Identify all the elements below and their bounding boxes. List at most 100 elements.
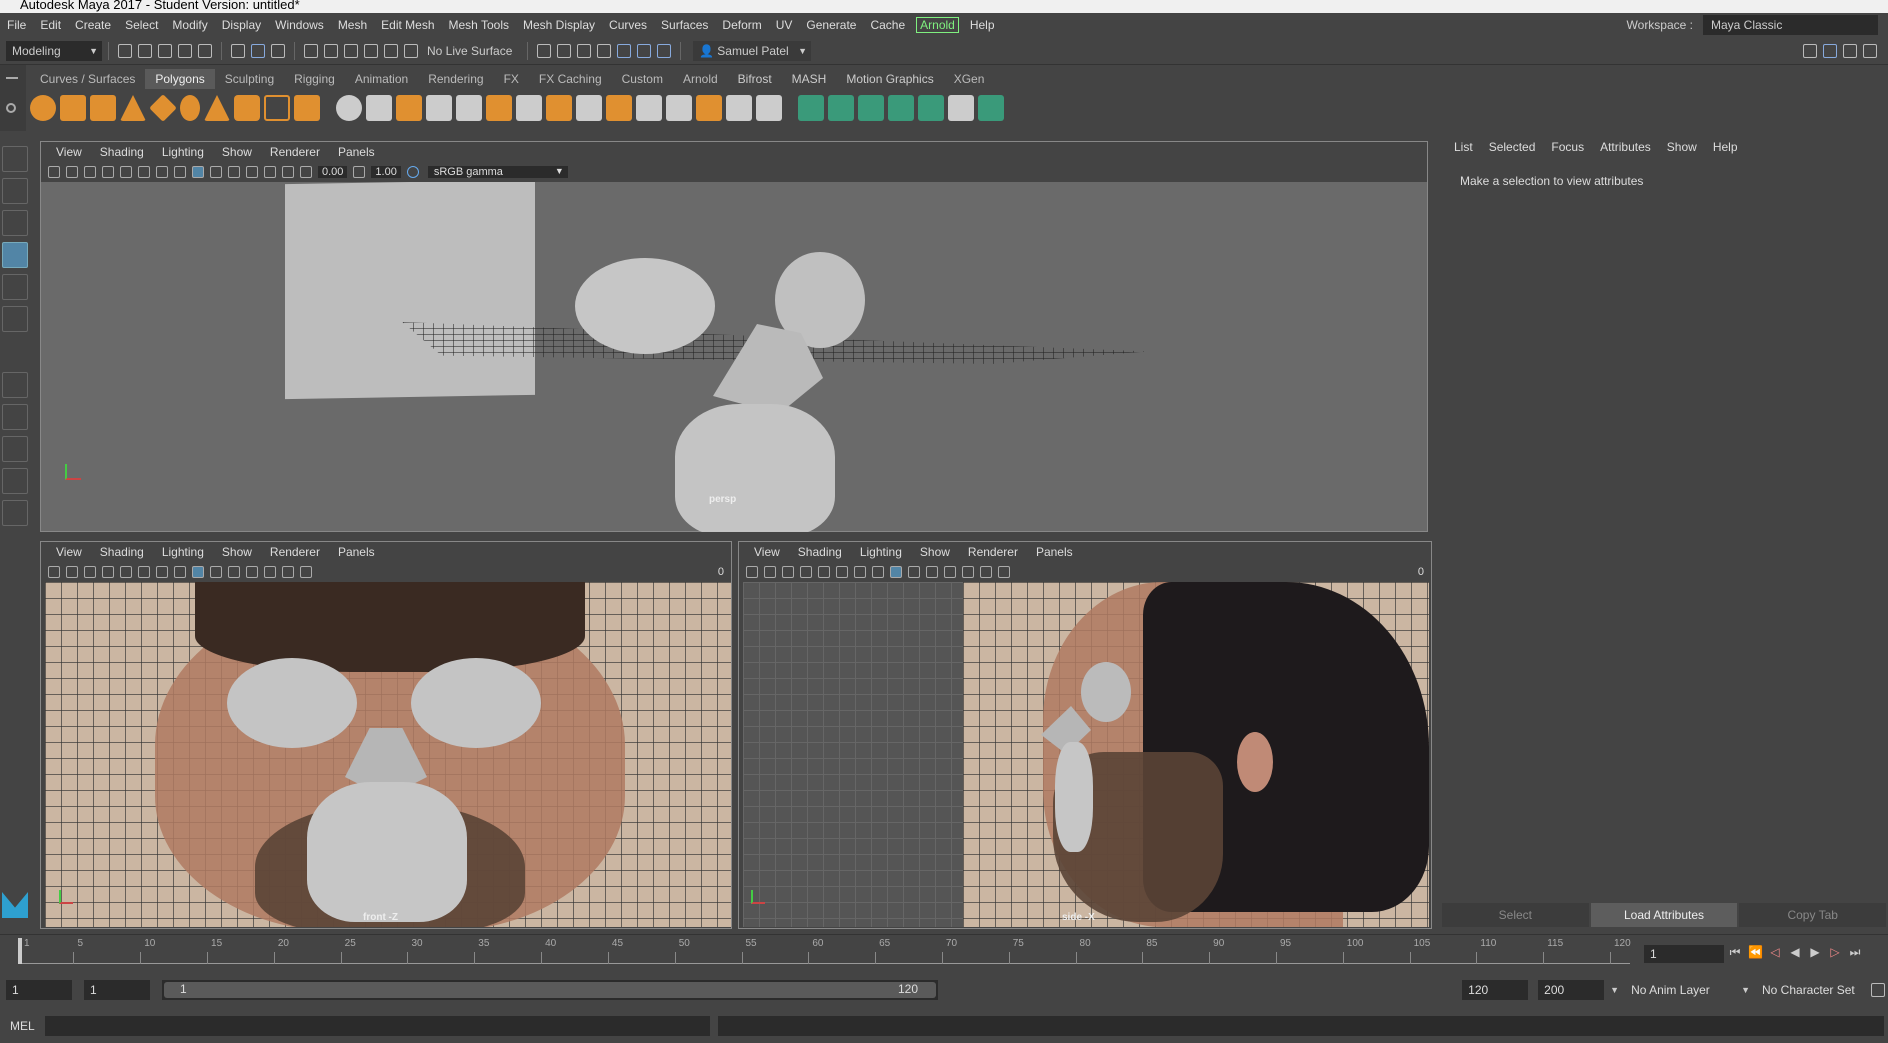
tab-bifrost[interactable]: Bifrost — [728, 72, 782, 86]
current-frame-field[interactable]: 1 — [1644, 945, 1724, 963]
extrude-icon[interactable] — [456, 95, 482, 121]
save-scene-icon[interactable] — [158, 43, 172, 58]
exposure-field[interactable]: 0.00 — [318, 165, 348, 178]
step-back-frame-icon[interactable]: ◁ — [1768, 945, 1782, 959]
uv-layout-icon[interactable] — [978, 95, 1004, 121]
menu-select[interactable]: Select — [118, 18, 165, 32]
new-scene-icon[interactable] — [118, 43, 132, 58]
vp-menu-show[interactable]: Show — [213, 545, 261, 559]
vp-menu-renderer[interactable]: Renderer — [261, 545, 329, 559]
grid-icon[interactable] — [120, 165, 132, 178]
gamma-icon[interactable] — [353, 165, 366, 178]
poly-svg-icon[interactable] — [294, 95, 320, 121]
paint-select-tool-icon[interactable] — [2, 210, 28, 236]
render-frame-icon[interactable] — [557, 43, 571, 58]
separate-icon[interactable] — [366, 95, 392, 121]
append-icon[interactable] — [576, 95, 602, 121]
film-gate-icon[interactable] — [836, 565, 848, 578]
play-backward-icon[interactable]: ◀ — [1788, 945, 1802, 959]
isolate-icon[interactable] — [264, 565, 276, 578]
range-slider[interactable]: 1 120 — [162, 980, 938, 1000]
menu-cache[interactable]: Cache — [863, 18, 912, 32]
target-weld-icon[interactable] — [726, 95, 752, 121]
tab-rigging[interactable]: Rigging — [284, 72, 345, 86]
exposure-field[interactable]: 0 — [1414, 566, 1428, 578]
command-language-label[interactable]: MEL — [10, 1019, 35, 1033]
layout-two-icon[interactable] — [2, 468, 28, 494]
offset-edge-loop-icon[interactable] — [666, 95, 692, 121]
vp-menu-panels[interactable]: Panels — [1027, 545, 1082, 559]
film-gate-icon[interactable] — [138, 165, 150, 178]
poly-cylinder-icon[interactable] — [90, 95, 116, 121]
bridge-icon[interactable] — [486, 95, 512, 121]
scale-tool-icon[interactable] — [2, 306, 28, 332]
exposure-icon[interactable] — [998, 565, 1010, 578]
undo-icon[interactable] — [178, 43, 192, 58]
smooth-shade-icon[interactable] — [192, 165, 204, 178]
select-hierarchy-icon[interactable] — [231, 43, 245, 58]
hypershade-icon[interactable] — [617, 43, 631, 58]
tab-fx[interactable]: FX — [494, 72, 529, 86]
tab-arnold[interactable]: Arnold — [673, 72, 728, 86]
camera-lock-icon[interactable] — [66, 165, 78, 178]
vp-menu-view[interactable]: View — [745, 545, 789, 559]
vp-menu-shading[interactable]: Shading — [91, 545, 153, 559]
tab-fx-caching[interactable]: FX Caching — [529, 72, 612, 86]
layout-four-icon[interactable] — [2, 436, 28, 462]
playback-start-field[interactable]: 1 — [84, 980, 150, 1000]
camera-lock-icon[interactable] — [66, 565, 78, 578]
uv-planar-icon[interactable] — [798, 95, 824, 121]
ae-menu-help[interactable]: Help — [1705, 140, 1746, 154]
bookmark-icon[interactable] — [782, 565, 794, 578]
shadows-icon[interactable] — [246, 565, 258, 578]
mirror-icon[interactable] — [396, 95, 422, 121]
tab-motion-graphics[interactable]: Motion Graphics — [836, 72, 943, 86]
poly-type-icon[interactable] — [264, 95, 290, 121]
menu-modify[interactable]: Modify — [165, 18, 214, 32]
color-management-icon[interactable] — [406, 165, 419, 178]
lights-icon[interactable] — [228, 165, 240, 178]
step-back-key-icon[interactable]: ⏪ — [1748, 945, 1763, 959]
xray-icon[interactable] — [980, 565, 992, 578]
anim-prefs-icon[interactable] — [1871, 983, 1885, 997]
animation-start-field[interactable]: 1 — [6, 980, 72, 1000]
viewport-side[interactable]: View Shading Lighting Show Renderer Pane… — [738, 541, 1432, 929]
grid-icon[interactable] — [120, 565, 132, 578]
bevel-icon[interactable] — [546, 95, 572, 121]
menu-mesh-display[interactable]: Mesh Display — [516, 18, 602, 32]
film-gate-icon[interactable] — [138, 565, 150, 578]
combine-icon[interactable] — [336, 95, 362, 121]
menu-edit-mesh[interactable]: Edit Mesh — [374, 18, 441, 32]
image-plane-icon[interactable] — [102, 565, 114, 578]
multi-cut-icon[interactable] — [516, 95, 542, 121]
menu-edit[interactable]: Edit — [33, 18, 68, 32]
poly-torus-icon[interactable] — [180, 95, 200, 121]
menu-mesh-tools[interactable]: Mesh Tools — [442, 18, 516, 32]
poly-plane-icon[interactable] — [149, 94, 177, 122]
vp-menu-show[interactable]: Show — [911, 545, 959, 559]
vp-menu-lighting[interactable]: Lighting — [153, 145, 213, 159]
ae-menu-attributes[interactable]: Attributes — [1592, 140, 1659, 154]
merge-icon[interactable] — [696, 95, 722, 121]
menu-curves[interactable]: Curves — [602, 18, 654, 32]
move-tool-icon[interactable] — [2, 242, 28, 268]
poly-pyramid-icon[interactable] — [204, 95, 230, 121]
layout-single-icon[interactable] — [2, 404, 28, 430]
textured-icon[interactable] — [908, 565, 920, 578]
isolate-icon[interactable] — [962, 565, 974, 578]
current-time-marker[interactable] — [18, 938, 22, 964]
ae-menu-list[interactable]: List — [1446, 140, 1481, 154]
uv-spherical-icon[interactable] — [858, 95, 884, 121]
rotate-tool-icon[interactable] — [2, 274, 28, 300]
ae-select-button[interactable]: Select — [1442, 903, 1589, 927]
snap-point-icon[interactable] — [344, 43, 358, 58]
uv-automatic-icon[interactable] — [888, 95, 914, 121]
lights-icon[interactable] — [926, 565, 938, 578]
resolution-gate-icon[interactable] — [156, 565, 168, 578]
camera-lock-icon[interactable] — [764, 565, 776, 578]
shadows-icon[interactable] — [246, 165, 258, 178]
mode-dropdown[interactable]: Modeling ▼ — [6, 40, 102, 61]
menu-generate[interactable]: Generate — [799, 18, 863, 32]
tab-xgen[interactable]: XGen — [944, 72, 995, 86]
menu-file[interactable]: File — [0, 18, 33, 32]
